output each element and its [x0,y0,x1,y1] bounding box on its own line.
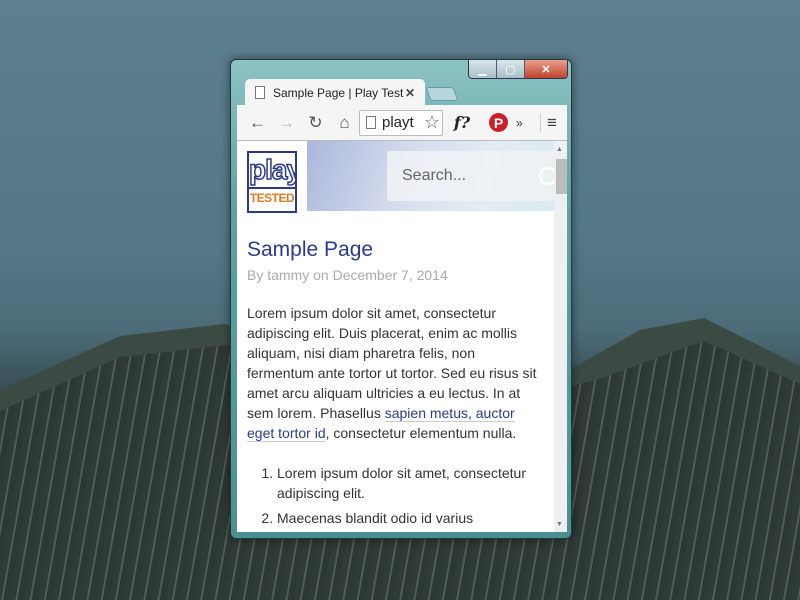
scrollbar-thumb[interactable] [556,159,567,194]
back-icon[interactable]: ← [243,113,272,133]
text: , consectetur elementum nulla. [325,425,517,441]
close-button[interactable]: ✕ [525,60,567,78]
tab-close-icon[interactable]: ✕ [405,86,415,100]
forward-icon[interactable]: → [272,113,301,133]
article: Sample Page By tammy on December 7, 2014… [247,238,539,532]
scroll-down-icon[interactable]: ▼ [556,521,563,528]
page-icon [255,86,265,99]
page-viewport: Search... play TESTED Sample Page By tam… [237,141,554,532]
home-icon[interactable]: ⌂ [330,113,359,133]
search-input[interactable]: Search... [387,151,554,201]
scrollbar[interactable]: ▲ ▼ [554,141,567,532]
paragraph: Lorem ipsum dolor sit amet, consectetur … [247,303,539,443]
site-header: Search... [307,141,554,211]
menu-icon[interactable]: ≡ [547,113,557,133]
ordered-list: Lorem ipsum dolor sit amet, consectetur … [247,463,539,528]
list-item: Lorem ipsum dolor sit amet, consectetur … [277,463,539,503]
divider [540,113,541,132]
tab-title: Sample Page | Play Test [273,85,404,100]
maximize-button[interactable]: ▢ [497,60,525,78]
url-text: playt [382,114,414,131]
new-tab-button[interactable] [425,87,459,101]
list-item: Maecenas blandit odio id varius [277,508,539,528]
window-controls: ▁ ▢ ✕ [468,60,568,79]
search-placeholder: Search... [402,167,467,184]
scroll-up-icon[interactable]: ▲ [556,146,563,153]
page-icon [366,116,376,129]
text: Lorem ipsum dolor sit amet, consectetur … [247,305,537,421]
reload-icon[interactable]: ↻ [301,113,330,133]
logo-top: play [249,153,297,186]
page-title: Sample Page [247,238,374,261]
overflow-chevron-icon[interactable]: » [516,116,534,130]
post-meta: By tammy on December 7, 2014 [247,267,448,283]
star-icon[interactable]: ☆ [424,112,440,133]
browser-window: ▁ ▢ ✕ Sample Page | Play Test ✕ ← → ↻ ⌂ … [230,59,572,539]
tab-sample-page[interactable]: Sample Page | Play Test ✕ [245,79,425,106]
site-logo[interactable]: play TESTED [247,151,297,213]
search-icon[interactable] [539,167,554,185]
toolbar: ← → ↻ ⌂ playt ☆ f? P » ≡ [237,105,567,141]
minimize-button[interactable]: ▁ [469,60,497,78]
logo-bottom: TESTED [249,187,295,207]
font-finder-extension-icon[interactable]: f? [443,113,481,132]
pinterest-icon[interactable]: P [489,113,508,132]
address-bar[interactable]: playt ☆ [359,109,443,136]
